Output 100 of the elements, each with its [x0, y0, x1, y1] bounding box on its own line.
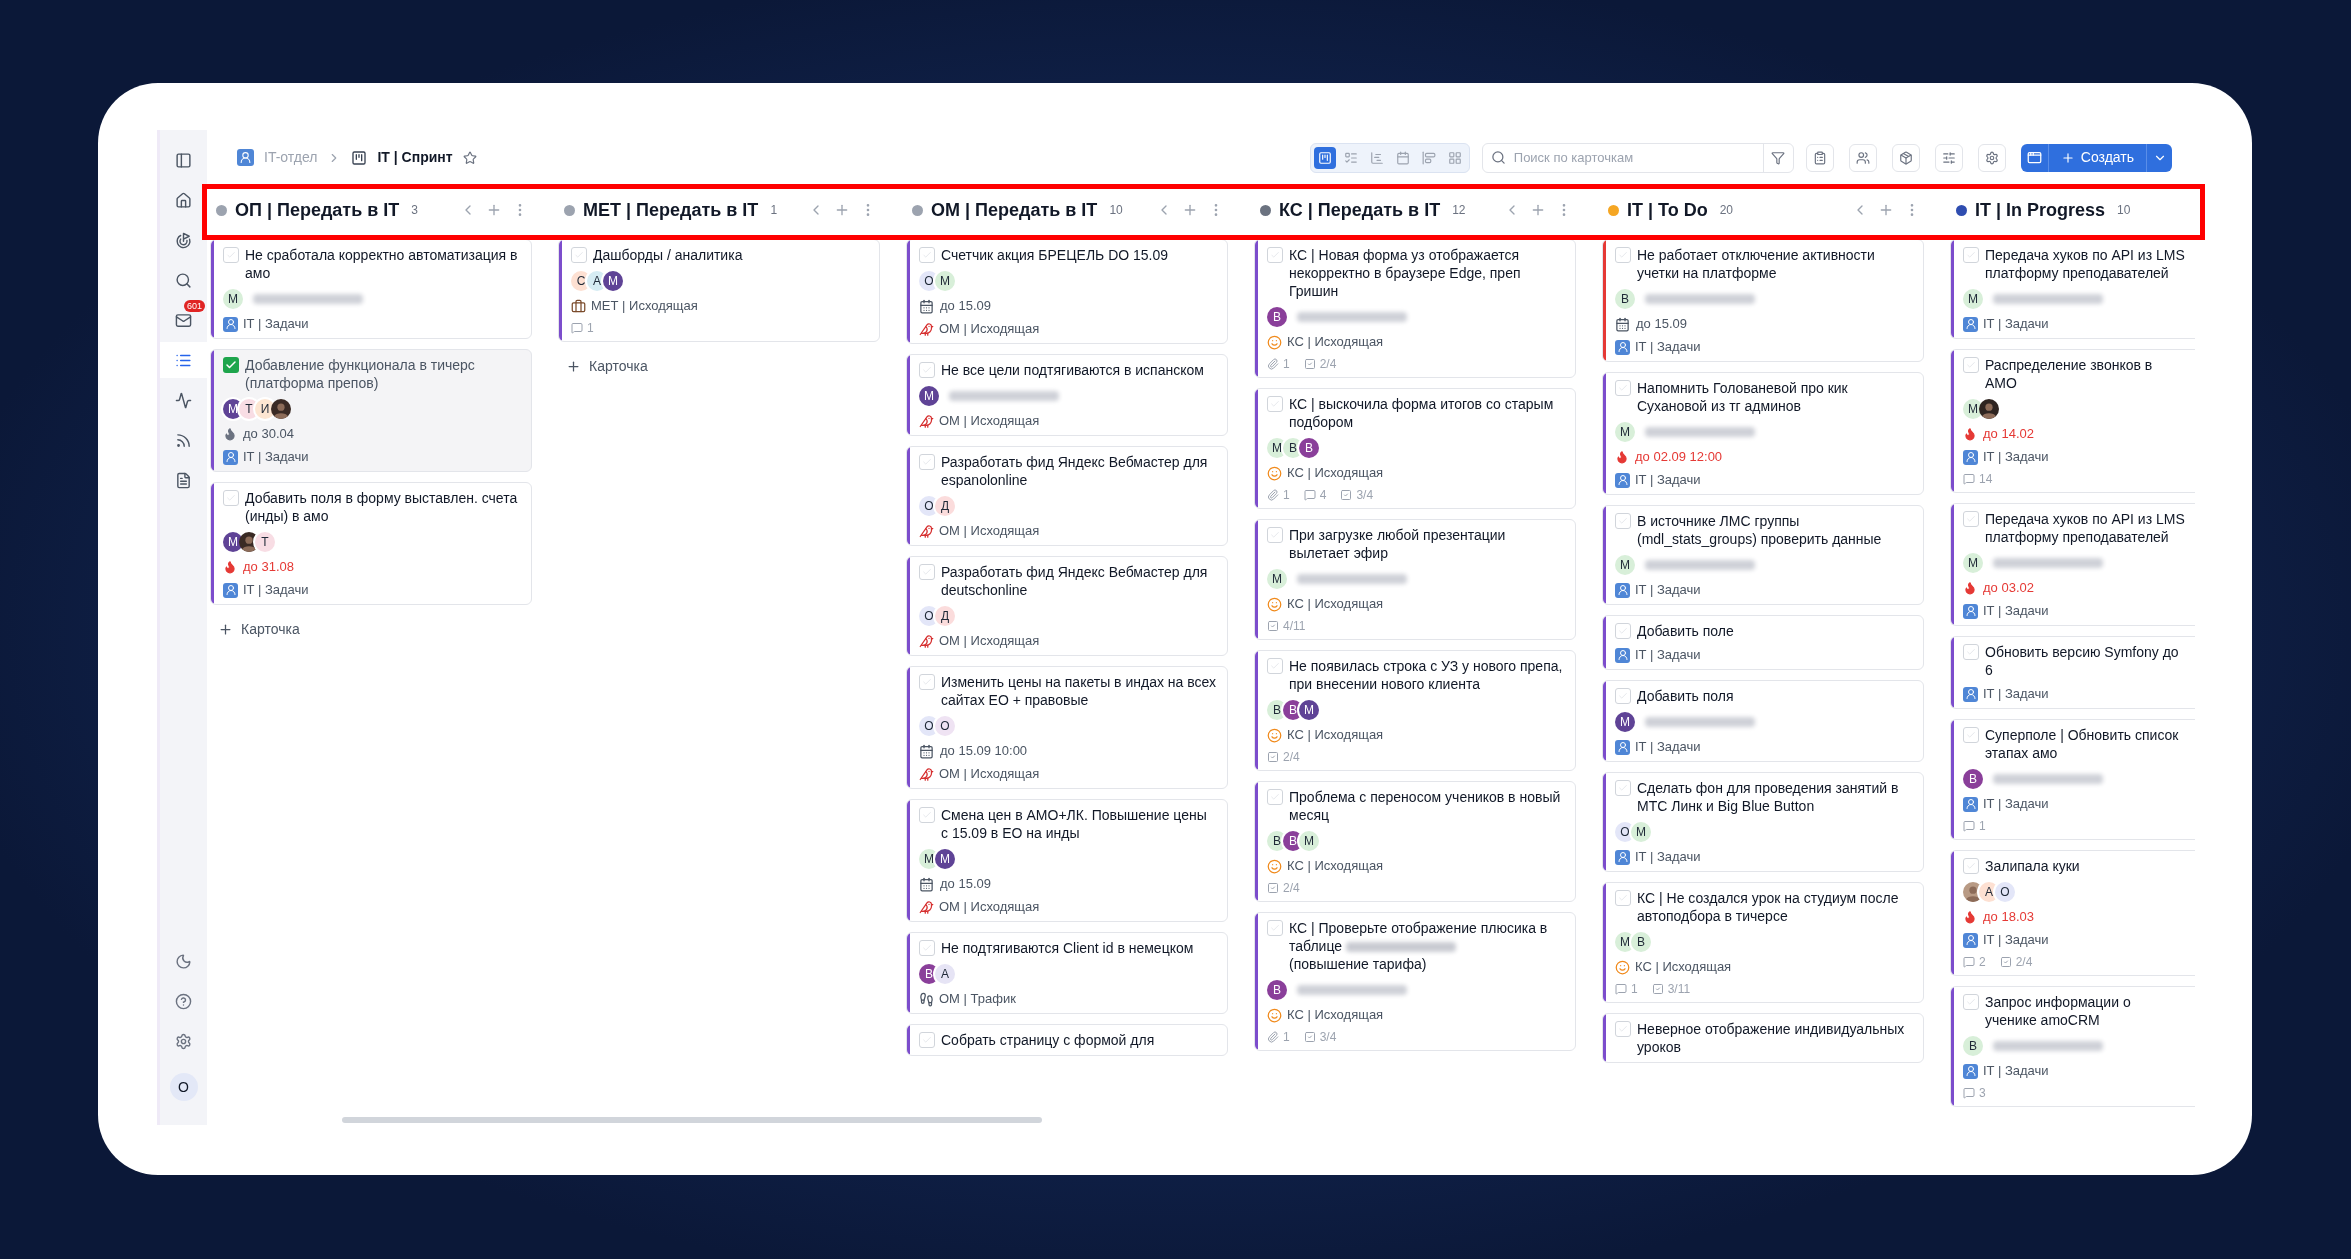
add-icon[interactable]	[1530, 202, 1546, 218]
task-card[interactable]: Не сработала корректно автоматизация в амо М IT | Задачи	[210, 239, 532, 339]
add-icon[interactable]	[1182, 202, 1198, 218]
checkbox[interactable]	[1963, 644, 1979, 660]
checkbox[interactable]	[919, 1032, 935, 1048]
task-card[interactable]: Напомнить Голованевой про кик Сухановой из тг админов М до 02.09 12:00 IT | Задачи	[1602, 372, 1924, 495]
task-card[interactable]: Сделать фон для проведения занятий в МТС Линк и Big Blue Button О М IT | Задачи	[1602, 772, 1924, 872]
column-title: IT | In Progress	[1975, 198, 2106, 222]
checkbox[interactable]	[1963, 727, 1979, 743]
task-card[interactable]: Проблема с переносом учеников в новый месяц В В М КС | Исходящая 2/4	[1254, 781, 1576, 902]
checkbox[interactable]	[1267, 396, 1283, 412]
view-tab[interactable]	[1313, 146, 1336, 169]
checkbox[interactable]	[1963, 511, 1979, 527]
task-card[interactable]: В источнике ЛМС группы (mdl_stats_groups) проверить данные М IT | Задачи	[1602, 505, 1924, 605]
moon-icon[interactable]	[175, 953, 192, 970]
task-card[interactable]: Суперполе | Обновить список этапах амо В IT | Задачи 1	[1950, 719, 2195, 840]
checkbox[interactable]	[1963, 247, 1979, 263]
toolbar-button[interactable]	[1805, 143, 1834, 172]
project-label: ОМ | Исходящая	[939, 321, 1040, 337]
star-icon[interactable]	[462, 150, 477, 165]
card-title: КС | Не создался урок на студиум после автоподбора в тичерсе	[1637, 890, 1899, 924]
checkbox[interactable]	[1615, 890, 1631, 906]
checkbox[interactable]	[1615, 380, 1631, 396]
task-card[interactable]: Обновить версию Symfony до 6 IT | Задачи	[1950, 636, 2195, 709]
checkbox[interactable]	[1963, 858, 1979, 874]
add-icon[interactable]	[1878, 202, 1894, 218]
task-card[interactable]: Залипала куки А О до 18.03 IT | Задачи 2 2/4	[1950, 850, 2195, 976]
task-card[interactable]: Передача хуков по API из LMS платформу преподавателей М до 03.02 IT | Задачи	[1950, 503, 2195, 626]
task-card[interactable]: Запрос информации о ученике amoCRM В IT | Задачи 3	[1950, 986, 2195, 1107]
avatar: В	[1267, 831, 1287, 851]
task-card[interactable]: КС | Проверьте отображение плюсика в таблице (повышение тарифа) В КС | Исходящая 1 3/4	[1254, 912, 1576, 1051]
checkbox[interactable]	[1615, 623, 1631, 639]
checkbox[interactable]	[1267, 247, 1283, 263]
toolbar-button[interactable]	[1848, 143, 1877, 172]
task-card[interactable]: При загрузке любой презентации вылетает эфир М КС | Исходящая 4/11	[1254, 519, 1576, 640]
avatar: В	[1283, 438, 1303, 458]
checkbox[interactable]	[1267, 920, 1283, 936]
task-card[interactable]: Добавить поле IT | Задачи	[1602, 615, 1924, 670]
checkbox[interactable]	[1615, 247, 1631, 263]
task-card[interactable]: Не работает отключение активности учетки на платформе В до 15.09 IT | Задачи	[1602, 239, 1924, 362]
add-card-button[interactable]: Карточка	[558, 352, 656, 381]
board-view-icon	[1317, 150, 1332, 165]
task-card[interactable]: Не появилась строка с УЗ у нового препа, при внесении нового клиента В В М КС | Исходящая 2/4	[1254, 650, 1576, 771]
task-card[interactable]: Смена цен в АМО+ЛК. Повышение цены с 15.09 в ЕО на инды М М до 15.09 ОМ | Исходящая	[906, 799, 1228, 922]
help-icon[interactable]	[175, 993, 192, 1010]
task-card[interactable]: Неверное отображение индивидуальных уроков	[1602, 1013, 1924, 1063]
checkbox[interactable]	[919, 362, 935, 378]
user-avatar[interactable]: О	[169, 1073, 198, 1101]
add-icon[interactable]	[486, 202, 502, 218]
task-card[interactable]: Разработать фид Яндекс Вебмастер для deutschonline О Д ОМ | Исходящая	[906, 556, 1228, 656]
settings-icon[interactable]	[175, 1033, 192, 1050]
card-title: Проблема с переносом учеников в новый месяц	[1289, 789, 1561, 823]
task-card[interactable]: Изменить цены на пакеты в индах на всех сайтах ЕО + правовые О О до 15.09 10:00 ОМ | Исходящая	[906, 666, 1228, 789]
add-icon[interactable]	[834, 202, 850, 218]
task-card[interactable]: Добавить поля в форму выставлен. счета (инды) в амо М Т до 31.08 IT | Задачи	[210, 482, 532, 605]
search-field[interactable]: Поиск по карточкам	[1481, 142, 1794, 173]
task-card[interactable]: Счетчик акция БРЕЦЕЛЬ DO 15.09 О М до 15.09 ОМ | Исходящая	[906, 239, 1228, 344]
checkbox[interactable]	[1963, 357, 1979, 373]
checkbox[interactable]	[571, 247, 587, 263]
toolbar-button[interactable]	[1977, 143, 2006, 172]
footprints-icon	[919, 991, 934, 1007]
checkbox[interactable]	[919, 454, 935, 470]
toolbar-button[interactable]	[1934, 143, 1963, 172]
checkbox[interactable]	[919, 940, 935, 956]
checkbox[interactable]	[919, 247, 935, 263]
checkbox[interactable]	[1267, 527, 1283, 543]
checkbox[interactable]	[1267, 658, 1283, 674]
checkbox[interactable]	[1267, 789, 1283, 805]
checkbox[interactable]	[1615, 780, 1631, 796]
task-card[interactable]: КС | выскочила форма итогов со старым подбором М В В КС | Исходящая 1 4 3/4	[1254, 388, 1576, 509]
task-card[interactable]: Не все цели подтягиваются в испанском М ОМ | Исходящая	[906, 354, 1228, 436]
task-card[interactable]: Не подтягиваются Client id в немецком В А ОМ | Трафик	[906, 932, 1228, 1014]
checkbox[interactable]	[919, 564, 935, 580]
checkbox[interactable]	[223, 490, 239, 506]
task-card[interactable]: Дашборды / аналитика С А М МЕТ | Исходящая 1	[558, 239, 880, 342]
checkbox[interactable]	[1615, 688, 1631, 704]
task-card[interactable]: КС | Не создался урок на студиум после автоподбора в тичерсе М В КС | Исходящая 1 3/11	[1602, 882, 1924, 1003]
subtask-count: 2/4	[1283, 750, 1300, 764]
toolbar-button[interactable]	[1891, 143, 1920, 172]
task-card[interactable]: Разработать фид Яндекс Вебмастер для espanolonline О Д ОМ | Исходящая	[906, 446, 1228, 546]
task-card[interactable]: Добавление функционала в тичерс (платформа препов) М Т И до 30.04 IT | Задачи	[210, 349, 532, 472]
add-card-button[interactable]: Карточка	[210, 615, 308, 644]
checkbox[interactable]	[919, 807, 935, 823]
task-card[interactable]: КС | Новая форма уз отображается некорректно в браузере Edge, преп Гришин В КС | Исходящая 1 2/4	[1254, 239, 1576, 378]
avatar: Т	[255, 532, 275, 552]
create-button[interactable]: Создать	[2020, 143, 2146, 172]
checkbox[interactable]	[1963, 994, 1979, 1010]
dropdown-button[interactable]	[2146, 143, 2172, 172]
task-card[interactable]: Распределение звонков в АМО М до 14.02 IT | Задачи 14	[1950, 349, 2195, 493]
checkbox[interactable]	[919, 674, 935, 690]
search-input[interactable]: Поиск по карточкам	[1513, 147, 1763, 168]
checkbox[interactable]	[1615, 513, 1631, 529]
comment-icon	[1615, 983, 1627, 995]
task-card[interactable]: Собрать страницу с формой для	[906, 1024, 1228, 1056]
checkbox[interactable]	[223, 247, 239, 263]
task-card[interactable]: Передача хуков по API из LMS платформу преподавателей М IT | Задачи	[1950, 239, 2195, 339]
checkbox[interactable]	[223, 357, 239, 373]
checkbox[interactable]	[1615, 1021, 1631, 1037]
task-card[interactable]: Добавить поля М IT | Задачи	[1602, 680, 1924, 762]
scrollbar-thumb[interactable]	[342, 1117, 1042, 1123]
